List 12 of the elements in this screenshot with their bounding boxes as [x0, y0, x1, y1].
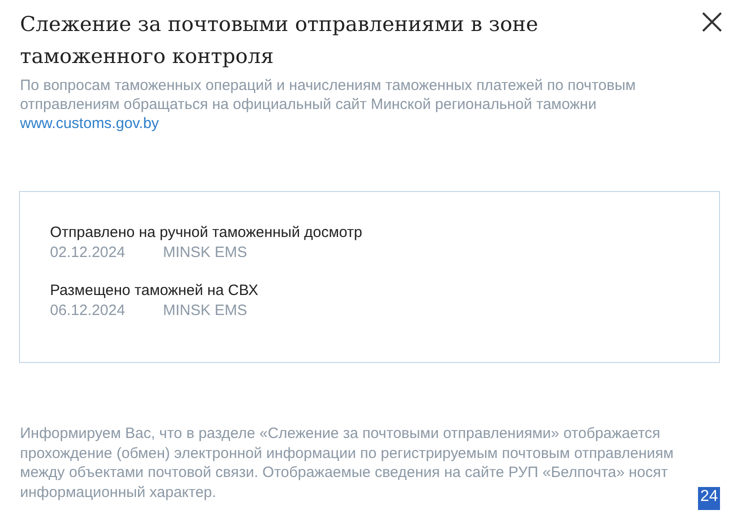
event-date: 02.12.2024: [50, 243, 126, 263]
customs-link[interactable]: www.customs.gov.by: [20, 114, 159, 133]
event-status: Размещено таможней на СВХ: [50, 281, 260, 301]
event-office: MINSK EMS: [163, 301, 248, 321]
event-status: Отправлено на ручной таможенный досмотр: [50, 223, 364, 243]
dialog-title: Слежение за почтовыми отправлениями в зоне таможенного контроля: [20, 11, 540, 70]
event-office: MINSK EMS: [163, 243, 248, 263]
close-button[interactable]: [702, 12, 722, 32]
info-text: По вопросам таможенных операций и начислениям таможенных платежей по почтовым отправлениям обращаться на официальный сайт Минской региональной таможни: [20, 76, 637, 114]
counter-badge[interactable]: 24: [698, 487, 720, 510]
event-date: 06.12.2024: [50, 301, 126, 321]
disclaimer-text: Информируем Вас, что в разделе «Слежение за почтовыми отправлениями» отображается прохождение (обмен) электронной информации по регистрируемым почтовым отправлениям между объектами почтовой связи. Отображаемые сведения на сайте РУП «Белпочта» носят информационный характер.: [20, 424, 675, 502]
